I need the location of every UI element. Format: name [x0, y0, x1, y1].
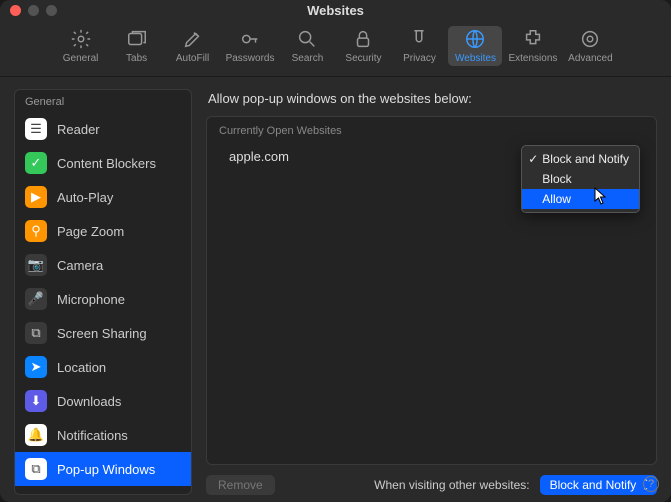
- main-panel: Allow pop-up windows on the websites bel…: [206, 89, 657, 495]
- websites-icon: [464, 28, 486, 50]
- toolbar-label: Websites: [455, 53, 496, 64]
- content-area: General ☰ Reader ✓ Content Blockers ▶ Auto-Pl…: [0, 77, 671, 502]
- sidebar-header: General: [15, 90, 191, 112]
- sidebar-icon: ⧉: [25, 322, 47, 344]
- sidebar-item-downloads[interactable]: ⬇ Downloads: [15, 384, 191, 418]
- toolbar-tabs[interactable]: Tabs: [110, 26, 164, 66]
- sidebar-item-pop-up-windows[interactable]: ⧉ Pop-up Windows: [15, 452, 191, 486]
- preferences-toolbar: General Tabs AutoFill Passwords Search Securi…: [0, 20, 671, 77]
- sidebar-icon: ⚲: [25, 220, 47, 242]
- toolbar-websites[interactable]: Websites: [448, 26, 502, 66]
- sidebar-icon: ✓: [25, 152, 47, 174]
- sidebar-item-page-zoom[interactable]: ⚲ Page Zoom: [15, 214, 191, 248]
- minimize-button[interactable]: [28, 5, 39, 16]
- sidebar-icon: ➤: [25, 356, 47, 378]
- menu-item-allow[interactable]: Allow: [522, 189, 639, 209]
- sidebar-item-label: Auto-Play: [57, 190, 113, 205]
- menu-item-block-and-notify[interactable]: Block and Notify: [522, 149, 639, 169]
- remove-button[interactable]: Remove: [206, 475, 275, 495]
- close-button[interactable]: [10, 5, 21, 16]
- toolbar-search[interactable]: Search: [280, 26, 334, 66]
- sidebar-icon: 🎤: [25, 288, 47, 310]
- websites-table: Currently Open Websites apple.com Block …: [206, 116, 657, 465]
- sidebar-item-label: Downloads: [57, 394, 121, 409]
- passwords-icon: [239, 28, 261, 50]
- zoom-button[interactable]: [46, 5, 57, 16]
- sidebar-item-label: Pop-up Windows: [57, 462, 155, 477]
- sidebar-item-camera[interactable]: 📷 Camera: [15, 248, 191, 282]
- search-icon: [296, 28, 318, 50]
- toolbar-label: Advanced: [568, 53, 612, 64]
- sidebar-item-label: Screen Sharing: [57, 326, 147, 341]
- toolbar-autofill[interactable]: AutoFill: [166, 26, 220, 66]
- sidebar-item-label: Reader: [57, 122, 100, 137]
- help-button[interactable]: ?: [643, 476, 659, 492]
- autofill-icon: [182, 28, 204, 50]
- toolbar-passwords[interactable]: Passwords: [222, 26, 279, 66]
- advanced-icon: [579, 28, 601, 50]
- toolbar-label: Passwords: [226, 53, 275, 64]
- sidebar-icon: ☰: [25, 118, 47, 140]
- sidebar-item-content-blockers[interactable]: ✓ Content Blockers: [15, 146, 191, 180]
- sidebar-item-reader[interactable]: ☰ Reader: [15, 112, 191, 146]
- sidebar-item-label: Content Blockers: [57, 156, 156, 171]
- site-domain: apple.com: [229, 149, 289, 164]
- section-header: Currently Open Websites: [207, 117, 656, 145]
- window-title: Websites: [307, 3, 364, 18]
- toolbar-label: Security: [345, 53, 381, 64]
- titlebar: Websites: [0, 0, 671, 20]
- sidebar-icon: 🔔: [25, 424, 47, 446]
- tabs-icon: [126, 28, 148, 50]
- sidebar-item-label: Camera: [57, 258, 103, 273]
- toolbar-security[interactable]: Security: [336, 26, 390, 66]
- footer-label: When visiting other websites:: [374, 478, 529, 492]
- preferences-window: Websites General Tabs AutoFill Passwords Sea…: [0, 0, 671, 502]
- sidebar-item-microphone[interactable]: 🎤 Microphone: [15, 282, 191, 316]
- sidebar-items: ☰ Reader ✓ Content Blockers ▶ Auto-Play ⚲ Page …: [15, 112, 191, 494]
- sidebar-icon: 📷: [25, 254, 47, 276]
- sidebar-item-label: Microphone: [57, 292, 125, 307]
- extensions-icon: [522, 28, 544, 50]
- sidebar: General ☰ Reader ✓ Content Blockers ▶ Auto-Pl…: [14, 89, 192, 495]
- window-controls: [10, 5, 57, 16]
- default-permission-dropdown[interactable]: Block and Notify ⌃⌄: [540, 475, 657, 495]
- sidebar-item-label: Notifications: [57, 428, 128, 443]
- sidebar-item-auto-play[interactable]: ▶ Auto-Play: [15, 180, 191, 214]
- menu-item-block[interactable]: Block: [522, 169, 639, 189]
- toolbar-extensions[interactable]: Extensions: [504, 26, 561, 66]
- sidebar-icon: ⧉: [25, 458, 47, 480]
- sidebar-icon: ⬇: [25, 390, 47, 412]
- security-icon: [352, 28, 374, 50]
- toolbar-label: Privacy: [403, 53, 436, 64]
- sidebar-item-screen-sharing[interactable]: ⧉ Screen Sharing: [15, 316, 191, 350]
- sidebar-item-location[interactable]: ➤ Location: [15, 350, 191, 384]
- sidebar-item-label: Page Zoom: [57, 224, 124, 239]
- footer-row: Remove When visiting other websites: Blo…: [206, 475, 657, 495]
- toolbar-label: Search: [292, 53, 324, 64]
- sidebar-item-notifications[interactable]: 🔔 Notifications: [15, 418, 191, 452]
- toolbar-label: AutoFill: [176, 53, 209, 64]
- sidebar-icon: ▶: [25, 186, 47, 208]
- toolbar-privacy[interactable]: Privacy: [392, 26, 446, 66]
- toolbar-advanced[interactable]: Advanced: [563, 26, 617, 66]
- sidebar-item-label: Location: [57, 360, 106, 375]
- privacy-icon: [408, 28, 430, 50]
- toolbar-label: Tabs: [126, 53, 147, 64]
- general-icon: [70, 28, 92, 50]
- toolbar-label: General: [63, 53, 99, 64]
- main-heading: Allow pop-up windows on the websites bel…: [208, 91, 657, 106]
- permission-dropdown-menu[interactable]: Block and NotifyBlockAllow: [521, 145, 640, 213]
- toolbar-general[interactable]: General: [54, 26, 108, 66]
- dropdown-value: Block and Notify: [550, 478, 637, 492]
- toolbar-label: Extensions: [508, 53, 557, 64]
